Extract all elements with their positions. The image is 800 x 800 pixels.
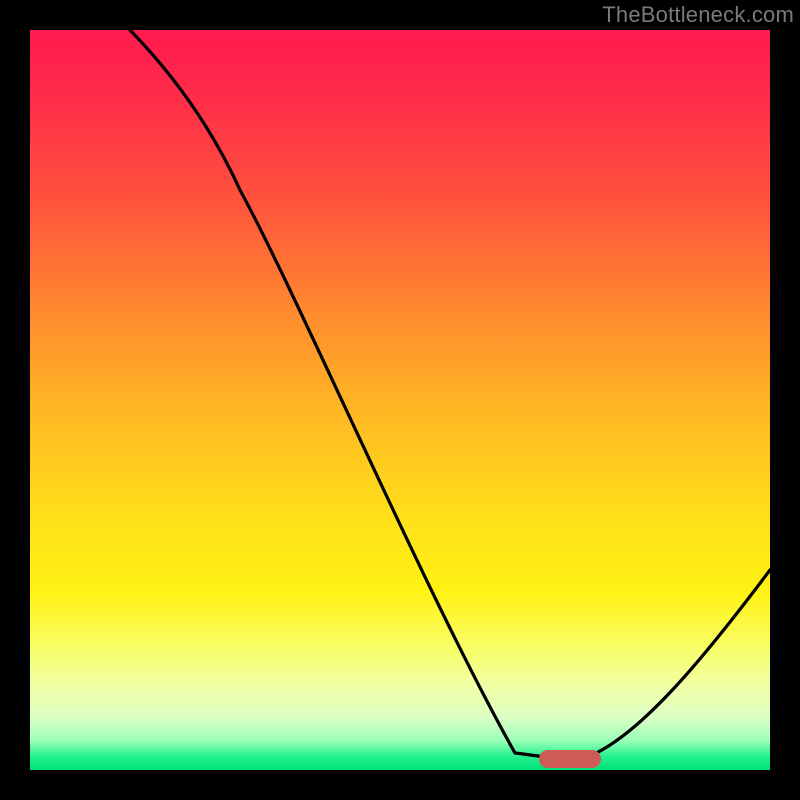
plot-area [30,30,770,770]
bottleneck-curve [30,30,770,770]
watermark-text: TheBottleneck.com [602,2,794,28]
chart-frame: TheBottleneck.com [0,0,800,800]
optimal-marker [539,750,601,768]
